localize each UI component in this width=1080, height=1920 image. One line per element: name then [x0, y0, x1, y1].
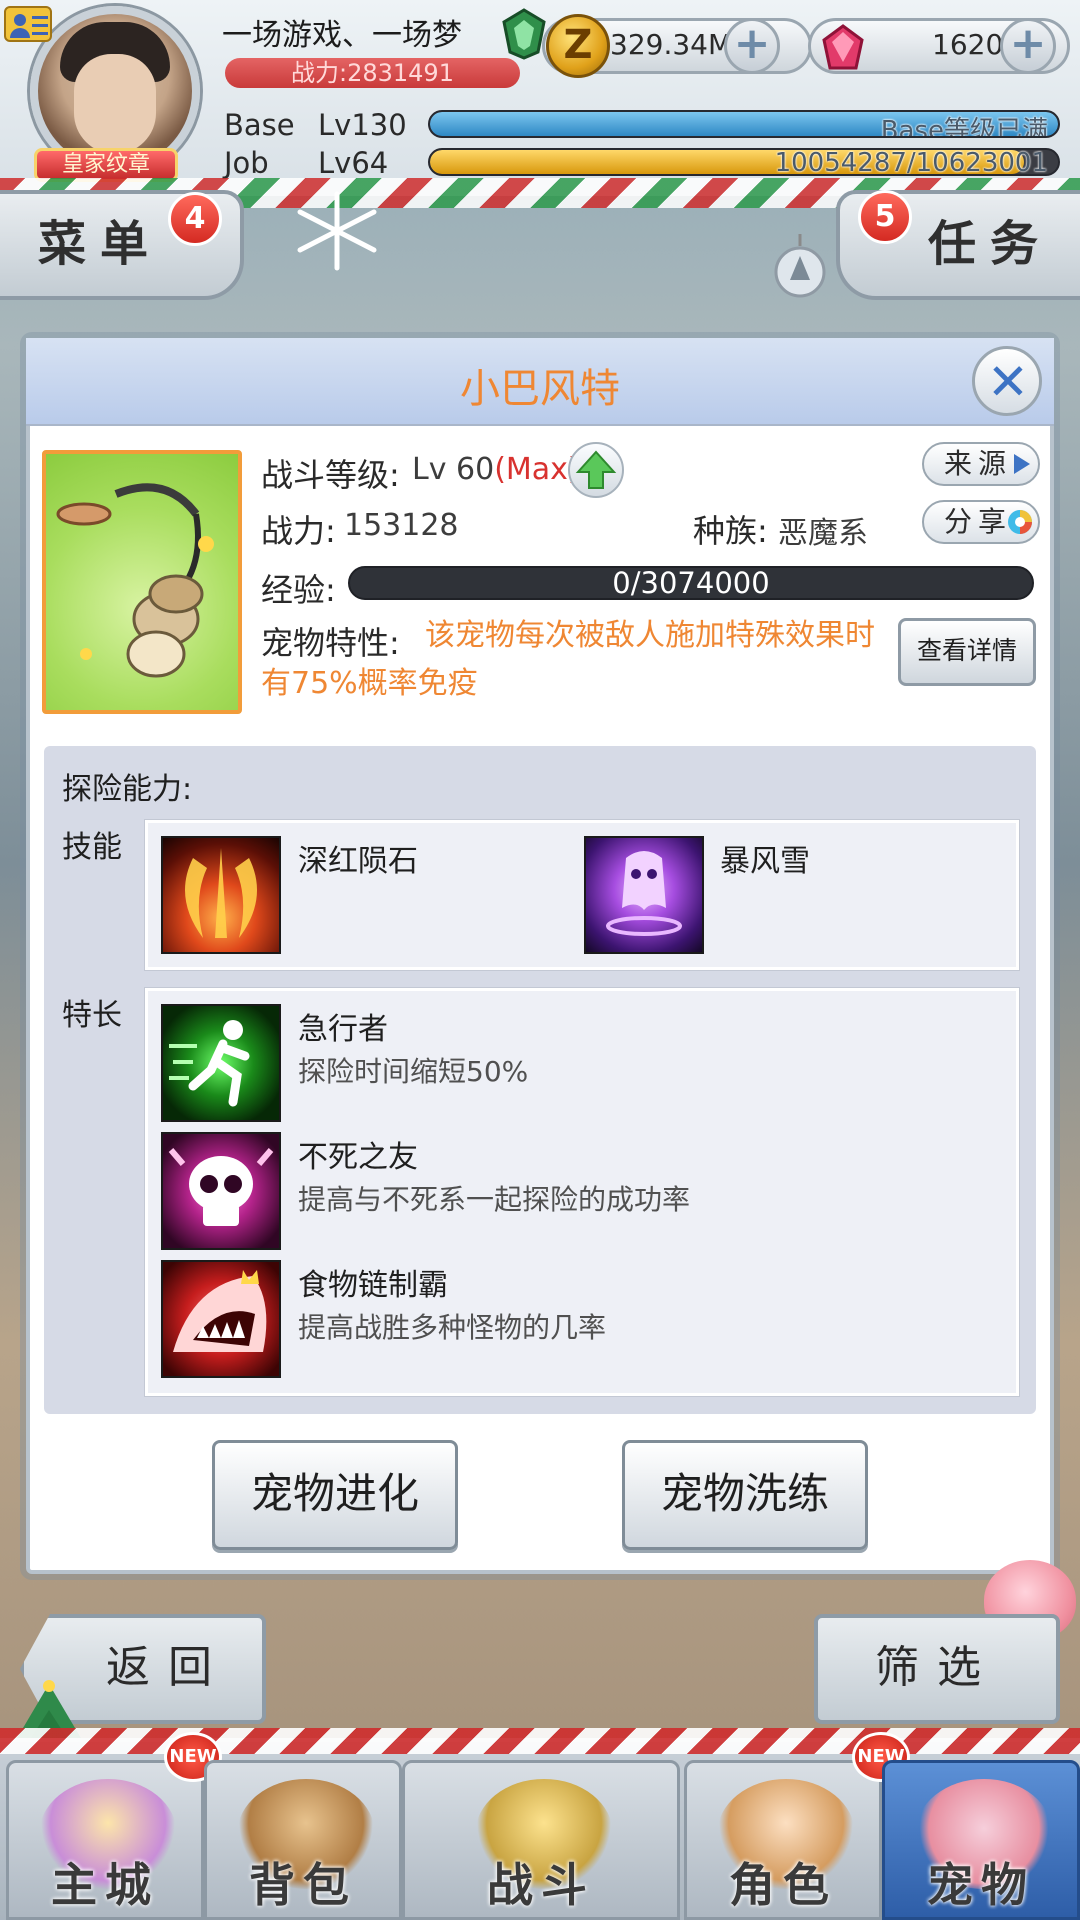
pet-exp-text: 0/3074000	[612, 566, 770, 600]
power-value: 153128	[344, 508, 459, 543]
exp-label: 经验:	[261, 571, 336, 609]
base-level: Lv130	[318, 108, 407, 142]
special-name: 不死之友	[298, 1140, 418, 1175]
skills-label: 技能	[62, 830, 122, 865]
pet-evolve-button[interactable]: 宠物进化	[212, 1440, 458, 1550]
base-label: Base	[224, 108, 295, 142]
nav-label: 主城	[51, 1858, 159, 1912]
combat-level-max: (Max)	[494, 452, 580, 487]
view-details-button[interactable]: 查看详情	[898, 618, 1036, 686]
gem-icon	[822, 24, 864, 70]
player-name: 一场游戏、一场梦	[222, 18, 462, 53]
nav-label: 战斗	[487, 1858, 595, 1912]
combat-level-label: 战斗等级:	[261, 456, 400, 494]
player-power: 战力:2831491	[225, 58, 520, 88]
close-icon: ✕	[987, 353, 1029, 411]
nav-label: 背包	[249, 1858, 357, 1912]
runner-icon[interactable]	[161, 1004, 281, 1122]
race-value: 恶魔系	[778, 516, 868, 551]
special-desc: 探险时间缩短50%	[298, 1055, 529, 1088]
rank-emblem-icon	[502, 8, 546, 60]
pet-title: 小巴风特	[460, 366, 620, 412]
close-button[interactable]: ✕	[972, 346, 1042, 416]
add-gems-button[interactable]: +	[1000, 18, 1056, 74]
add-zeny-button[interactable]: +	[724, 18, 780, 74]
share-button[interactable]: 分享	[922, 500, 1040, 544]
pet-portrait[interactable]	[42, 450, 242, 714]
pet-exp-bar: 0/3074000	[348, 566, 1034, 600]
nav-tab-bag[interactable]: 背包	[204, 1760, 402, 1920]
special-name: 急行者	[298, 1012, 388, 1047]
blizzard-ghost-icon[interactable]	[584, 836, 704, 954]
share-button-label: 分享	[944, 505, 1013, 538]
gem-amount: 1620	[932, 28, 1004, 61]
baphomet-jr-icon	[56, 483, 214, 678]
skull-icon[interactable]	[161, 1132, 281, 1250]
race-label: 种族:	[693, 512, 768, 550]
zeny-coin-icon: Z	[546, 14, 610, 78]
nav-tab-character[interactable]: 角色	[684, 1760, 882, 1920]
ornament-icon	[774, 234, 826, 298]
arrow-up-icon	[575, 450, 617, 489]
nav-tab-main-city[interactable]: 主城	[6, 1760, 204, 1920]
friends-icon[interactable]	[4, 6, 52, 42]
pet-refine-button[interactable]: 宠物洗练	[622, 1440, 868, 1550]
filter-button[interactable]: 筛选	[814, 1614, 1060, 1724]
menu-count-badge: 4	[168, 192, 222, 246]
share-wheel-icon	[1008, 510, 1032, 534]
job-level: Lv64	[318, 146, 389, 180]
combat-level-value: Lv 60(Max)	[412, 452, 580, 487]
explore-title: 探险能力:	[62, 772, 193, 807]
job-exp-text: 10054287/10623001	[774, 148, 1048, 176]
skill-name: 暴风雪	[720, 844, 810, 879]
royal-badge: 皇家纹章	[34, 148, 178, 182]
level-up-button[interactable]	[568, 442, 624, 498]
task-count-badge: 5	[858, 190, 912, 244]
combat-level-number: Lv 60	[412, 452, 495, 487]
shark-icon[interactable]	[161, 1260, 281, 1378]
zeny-amount: 329.34M	[610, 28, 733, 61]
base-exp-bar: Base等级已满	[428, 110, 1060, 138]
nav-tab-pet[interactable]: 宠物	[882, 1760, 1080, 1920]
job-label: Job	[224, 146, 269, 180]
source-button[interactable]: 来源	[922, 442, 1040, 486]
base-exp-text: Base等级已满	[880, 116, 1048, 138]
power-label: 战力:	[261, 512, 336, 550]
special-desc: 提高与不死系一起探险的成功率	[298, 1183, 691, 1216]
skill-name: 深红陨石	[298, 844, 418, 879]
snowflake-icon	[297, 191, 377, 271]
nav-festive-strip	[0, 1728, 1080, 1754]
play-arrow-icon	[1014, 454, 1030, 474]
crimson-meteor-icon[interactable]	[161, 836, 281, 954]
nav-label: 宠物	[927, 1858, 1035, 1912]
special-name: 食物链制霸	[298, 1268, 448, 1303]
nav-label: 角色	[729, 1858, 837, 1912]
trait-description: 该宠物每次被敌人施加特殊效果时有75%概率免疫	[261, 618, 875, 701]
source-button-label: 来源	[944, 447, 1013, 480]
specials-label: 特长	[62, 998, 122, 1033]
special-desc: 提高战胜多种怪物的几率	[298, 1311, 607, 1344]
job-exp-bar: 10054287/10623001	[428, 148, 1060, 176]
nav-tab-battle[interactable]: 战斗	[402, 1760, 680, 1920]
